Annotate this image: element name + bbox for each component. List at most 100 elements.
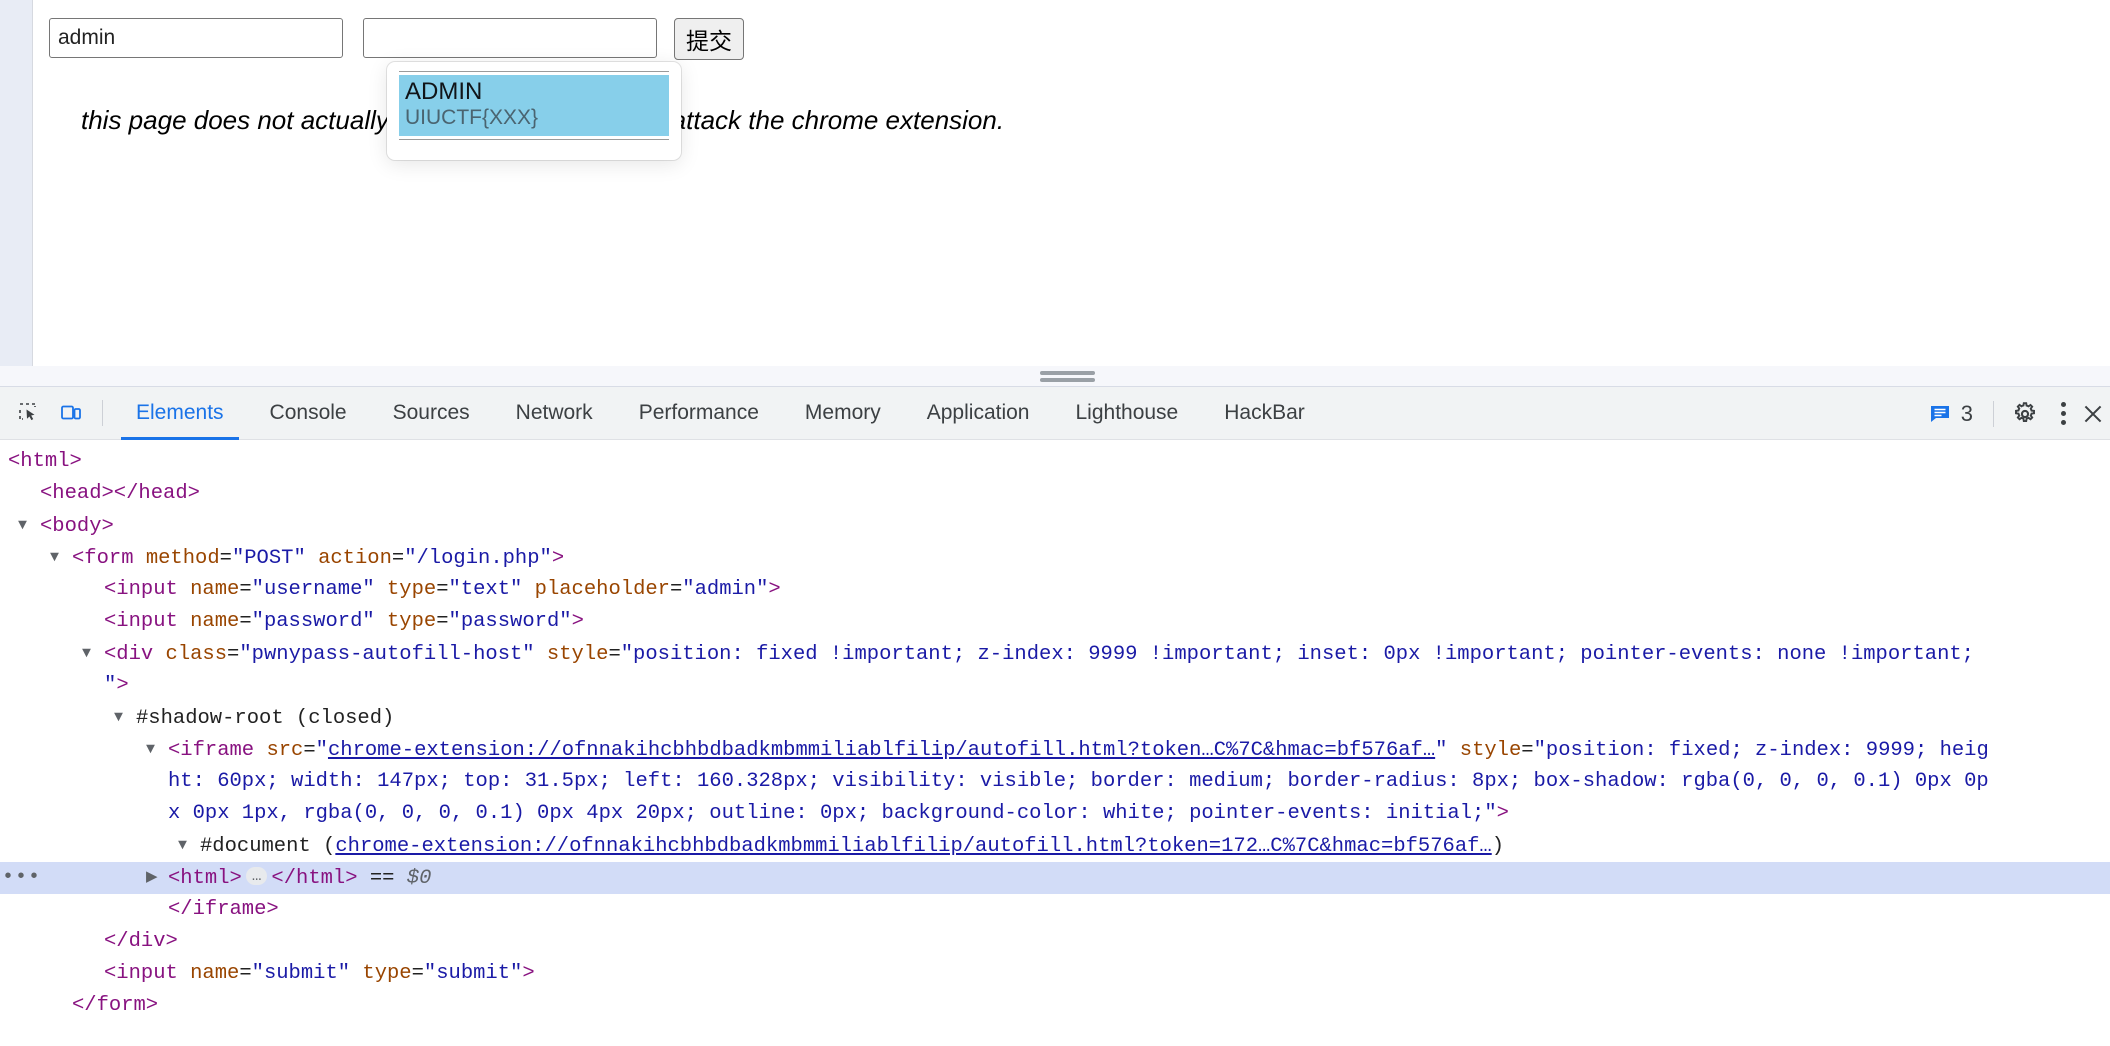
dom-text: class	[166, 643, 228, 666]
devtools-resizer[interactable]	[0, 366, 2110, 387]
disclosure-triangle-icon[interactable]: ▼	[18, 510, 34, 542]
dom-text: </html>	[271, 867, 357, 890]
tab-console[interactable]: Console	[247, 387, 370, 440]
tab-memory[interactable]: Memory	[782, 387, 904, 440]
dom-text: name	[190, 962, 239, 985]
dom-node-body-open[interactable]: ▼<body>	[0, 510, 2110, 542]
autofill-password: UIUCTF{XXX}	[405, 106, 663, 130]
dom-text: action	[318, 547, 392, 570]
dom-text: <iframe	[168, 739, 254, 762]
dom-text: "password"	[252, 610, 375, 633]
tab-sources[interactable]: Sources	[370, 387, 493, 440]
devtools-panel: Elements Console Sources Network Perform…	[0, 387, 2110, 1040]
dom-node-autofill-host-div[interactable]: ▼<div class="pwnypass-autofill-host" sty…	[0, 638, 2110, 702]
dom-tree[interactable]: <html> <head></head> ▼<body> ▼ <form meth…	[0, 440, 2110, 1046]
dom-text: src	[266, 739, 303, 762]
close-icon[interactable]	[2080, 393, 2106, 435]
resizer-grip-icon[interactable]	[1040, 371, 1095, 382]
autofill-suggestion-item[interactable]: ADMIN UIUCTF{XXX}	[399, 75, 669, 136]
tab-elements[interactable]: Elements	[113, 387, 247, 440]
dom-text: x 0px 1px, rgba(0, 0, 0, 0.1) 0px 4px 20…	[168, 802, 1497, 825]
tab-lighthouse[interactable]: Lighthouse	[1052, 387, 1201, 440]
dom-text: #document	[200, 835, 311, 858]
tab-application[interactable]: Application	[904, 387, 1053, 440]
dom-text: "submit"	[424, 962, 522, 985]
device-toolbar-icon[interactable]	[50, 392, 92, 434]
autofill-popup: ADMIN UIUCTF{XXX}	[387, 62, 681, 160]
dom-node-selected-html[interactable]: •••▶<html>…</html> == $0	[0, 862, 2110, 894]
disclosure-triangle-icon[interactable]: ▼	[114, 702, 130, 734]
submit-button[interactable]: 提交	[674, 18, 744, 60]
dom-node-div-close[interactable]: </div>	[0, 926, 2110, 958]
dom-node-document[interactable]: ▼#document (chrome-extension://ofnnakihc…	[0, 830, 2110, 862]
dom-text: >	[522, 962, 534, 985]
login-form: 提交	[49, 18, 744, 60]
dom-text: "username"	[252, 578, 375, 601]
autofill-divider-top	[399, 71, 669, 72]
dom-node-input-submit[interactable]: <input name="submit" type="submit">	[0, 958, 2110, 990]
dom-text: type	[362, 962, 411, 985]
disclosure-triangle-icon[interactable]: ▼	[178, 830, 194, 862]
dom-text: </form>	[72, 994, 158, 1017]
dom-text: placeholder	[535, 578, 670, 601]
tab-network[interactable]: Network	[493, 387, 616, 440]
dom-text: >	[116, 674, 128, 697]
dom-node-shadow-root[interactable]: ▼#shadow-root (closed)	[0, 702, 2110, 734]
dom-text: type	[387, 610, 436, 633]
dom-text: "POST"	[232, 547, 306, 570]
collapsed-content-badge[interactable]: …	[246, 867, 268, 885]
disclosure-triangle-icon[interactable]: ▼	[50, 542, 66, 574]
dom-text: <head></head>	[40, 482, 200, 505]
disclosure-triangle-icon[interactable]: ▼	[82, 638, 98, 670]
dom-text: method	[146, 547, 220, 570]
tab-performance[interactable]: Performance	[616, 387, 782, 440]
dom-node-input-username[interactable]: <input name="username" type="text" place…	[0, 574, 2110, 606]
disclosure-triangle-icon[interactable]: ▼	[146, 734, 162, 766]
dom-text: ht: 60px; width: 147px; top: 31.5px; lef…	[168, 770, 1989, 793]
disclosure-triangle-icon[interactable]: ▶	[146, 862, 162, 894]
dom-node-iframe-close[interactable]: </iframe>	[0, 894, 2110, 926]
row-overflow-indicator[interactable]: •••	[2, 862, 41, 894]
toolbar-separator-2	[1993, 401, 1994, 427]
dom-node-html-open[interactable]: <html>	[0, 446, 2110, 478]
inspect-element-icon[interactable]	[8, 392, 50, 434]
dom-text: "/login.php"	[404, 547, 552, 570]
tab-hackbar[interactable]: HackBar	[1201, 387, 1328, 440]
gear-icon[interactable]	[2004, 393, 2046, 435]
dom-node-form-close[interactable]: </form>	[0, 990, 2110, 1022]
dom-text: <input	[104, 962, 178, 985]
devtools-tabs: Elements Console Sources Network Perform…	[113, 387, 1328, 440]
devtools-toolbar: Elements Console Sources Network Perform…	[0, 387, 2110, 440]
iframe-src-link[interactable]: chrome-extension://ofnnakihcbhbdbadkmbmm…	[328, 739, 1435, 762]
dom-node-head[interactable]: <head></head>	[0, 478, 2110, 510]
document-url-link[interactable]: chrome-extension://ofnnakihcbhbdbadkmbmm…	[335, 835, 1491, 858]
dom-text: "text"	[449, 578, 523, 601]
dom-text: "	[104, 674, 116, 697]
dom-text: >	[1497, 802, 1509, 825]
dom-text: </div>	[104, 930, 178, 953]
dom-text: "submit"	[252, 962, 350, 985]
dom-text: <input	[104, 610, 178, 633]
dom-text: name	[190, 578, 239, 601]
console-message-count[interactable]: 3	[1918, 401, 1983, 427]
dom-text: <html>	[8, 450, 82, 473]
dom-text: "	[1435, 739, 1447, 762]
dom-node-iframe[interactable]: ▼<iframe src="chrome-extension://ofnnaki…	[0, 734, 2110, 830]
dom-text: $0	[407, 867, 432, 890]
autofill-divider-bottom	[399, 139, 669, 140]
more-options-icon[interactable]	[2046, 393, 2080, 435]
dom-node-form-open[interactable]: ▼<form method="POST" action="/login.php"…	[0, 542, 2110, 574]
dom-text: "position: fixed !important; z-index: 99…	[621, 643, 1974, 666]
dom-text: )	[1492, 835, 1504, 858]
browser-page-area: 提交 this page does not actually have logi…	[0, 0, 2110, 373]
dom-text: style	[547, 643, 609, 666]
console-message-count-label: 3	[1961, 401, 1973, 427]
password-input[interactable]	[363, 18, 657, 58]
dom-text: <form	[72, 547, 134, 570]
username-input[interactable]	[49, 18, 343, 58]
dom-text: "pwnypass-autofill-host"	[239, 643, 534, 666]
dom-text: "	[316, 739, 328, 762]
dom-text: >	[552, 547, 564, 570]
dom-node-input-password[interactable]: <input name="password" type="password">	[0, 606, 2110, 638]
dom-text: type	[387, 578, 436, 601]
